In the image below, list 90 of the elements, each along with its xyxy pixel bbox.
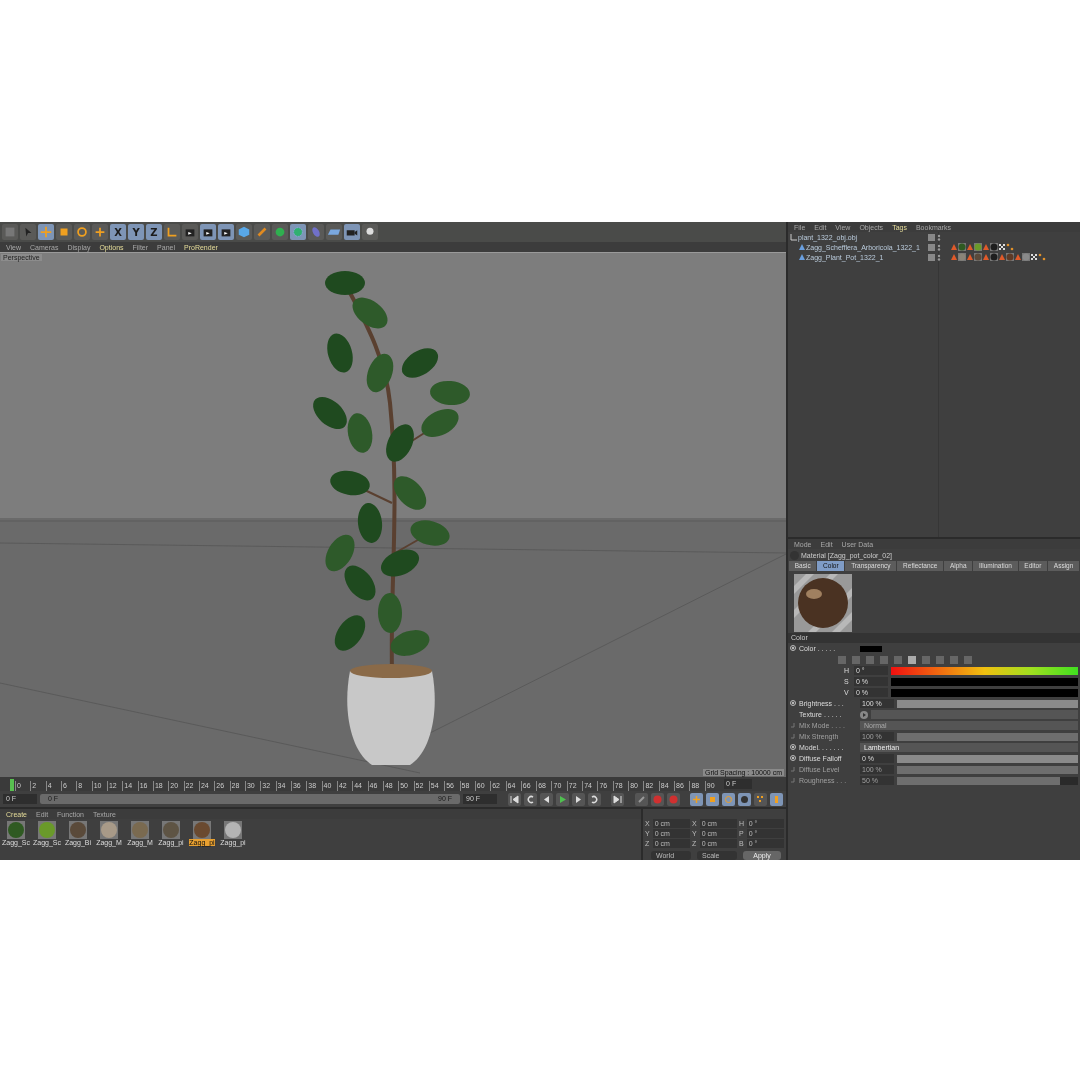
- record-button[interactable]: [650, 792, 664, 806]
- parameter-key-icon: [740, 794, 749, 804]
- animation-dot-icon[interactable]: [790, 645, 796, 651]
- material-preview-drawing: [794, 574, 852, 632]
- next-key-icon: [589, 794, 599, 804]
- cube-tool-button[interactable]: [236, 224, 252, 240]
- eyedropper-icon[interactable]: [964, 655, 972, 664]
- select-tool-button[interactable]: [20, 224, 36, 240]
- null-object-icon: [790, 233, 798, 241]
- key-button[interactable]: [634, 792, 648, 806]
- go-to-end-button[interactable]: [611, 792, 624, 806]
- autokey-button[interactable]: [666, 792, 680, 806]
- add-tool-button[interactable]: [92, 224, 108, 240]
- position-key-button[interactable]: [690, 792, 703, 806]
- light-tool-button[interactable]: [362, 224, 378, 240]
- axis-lock-button[interactable]: Z: [146, 224, 162, 240]
- material-ball-icon[interactable]: [69, 821, 87, 839]
- play-icon[interactable]: [860, 710, 868, 719]
- material-tag-icon[interactable]: [974, 253, 982, 261]
- hue-gradient-bar[interactable]: [891, 666, 1078, 675]
- slider-bar[interactable]: [897, 732, 1078, 741]
- scale-key-button[interactable]: [706, 792, 719, 806]
- animation-dot-icon[interactable]: [790, 755, 796, 761]
- render-tool-button[interactable]: [218, 224, 234, 240]
- previous-frame-button[interactable]: [539, 792, 553, 806]
- animation-dot-icon[interactable]: [790, 744, 796, 750]
- material-ball-icon[interactable]: [7, 821, 25, 839]
- previous-key-icon: [525, 794, 535, 804]
- next-key-button[interactable]: [587, 792, 601, 806]
- scale-key-icon: [708, 794, 717, 804]
- add-icon: [93, 225, 107, 239]
- animation-dot-icon[interactable]: [790, 700, 796, 706]
- channel-bar[interactable]: [891, 688, 1078, 697]
- dots-tag-icon[interactable]: [1006, 243, 1014, 251]
- play-button[interactable]: [555, 792, 569, 806]
- rotation-key-button[interactable]: [722, 792, 735, 806]
- slider-bar[interactable]: [897, 776, 1060, 785]
- axis-lock-button[interactable]: Y: [128, 224, 144, 240]
- checker-tag-icon[interactable]: [998, 243, 1006, 251]
- material-ball-icon[interactable]: [162, 821, 180, 839]
- visibility-toggle-icon[interactable]: [928, 233, 942, 241]
- visibility-toggle-icon[interactable]: [928, 253, 942, 261]
- scale-tool-button[interactable]: [56, 224, 72, 240]
- material-tag-icon[interactable]: [958, 243, 966, 251]
- rotation-key-icon: [724, 794, 733, 804]
- cube-icon: [237, 225, 251, 239]
- coord-icon: [165, 225, 179, 239]
- position-key-icon: [692, 794, 701, 804]
- material-ball-icon[interactable]: [193, 821, 211, 839]
- dots-tag-icon[interactable]: [1038, 253, 1046, 261]
- slider-bar[interactable]: [897, 765, 1078, 774]
- play-icon: [557, 794, 567, 804]
- autokey-icon: [668, 794, 678, 804]
- color-swatch[interactable]: [860, 645, 882, 652]
- next-frame-button[interactable]: [571, 792, 585, 806]
- go-to-end-icon: [613, 794, 622, 804]
- previous-frame-icon: [541, 794, 551, 804]
- next-frame-icon: [573, 794, 583, 804]
- point-level-button[interactable]: [754, 792, 767, 806]
- timeline-icon: [772, 794, 781, 804]
- floor-tool-button[interactable]: [326, 224, 342, 240]
- parameter-key-button[interactable]: [738, 792, 751, 806]
- go-to-start-icon: [509, 794, 519, 804]
- sphere-tool-button[interactable]: [272, 224, 288, 240]
- key-icon: [636, 794, 646, 804]
- render-tool-button[interactable]: [200, 224, 216, 240]
- go-to-start-button[interactable]: [507, 792, 521, 806]
- sphere-icon: [273, 225, 287, 239]
- camera-tool-button[interactable]: [344, 224, 360, 240]
- material-sphere-icon: [790, 550, 799, 560]
- material-tag-icon[interactable]: [990, 253, 998, 261]
- render-tool-button[interactable]: [182, 224, 198, 240]
- previous-key-button[interactable]: [523, 792, 537, 806]
- point-level-icon: [756, 794, 765, 804]
- material-tag-icon[interactable]: [990, 243, 998, 251]
- move-tool-button[interactable]: [38, 224, 54, 240]
- slider-bar[interactable]: [897, 699, 1078, 708]
- record-icon: [652, 794, 662, 804]
- material-ball-icon[interactable]: [224, 821, 242, 839]
- material-ball-icon[interactable]: [100, 821, 118, 839]
- checker-tag-icon[interactable]: [1030, 253, 1038, 261]
- timeline-button[interactable]: [770, 792, 783, 806]
- slider-bar[interactable]: [897, 754, 1078, 763]
- rotate-tool-button[interactable]: [74, 224, 90, 240]
- playhead-marker[interactable]: [10, 779, 14, 791]
- rotate-icon: [75, 225, 89, 239]
- coord-tool-button[interactable]: [164, 224, 180, 240]
- axis-lock-button[interactable]: X: [110, 224, 126, 240]
- visibility-toggle-icon[interactable]: [928, 243, 942, 251]
- move-icon: [39, 225, 53, 239]
